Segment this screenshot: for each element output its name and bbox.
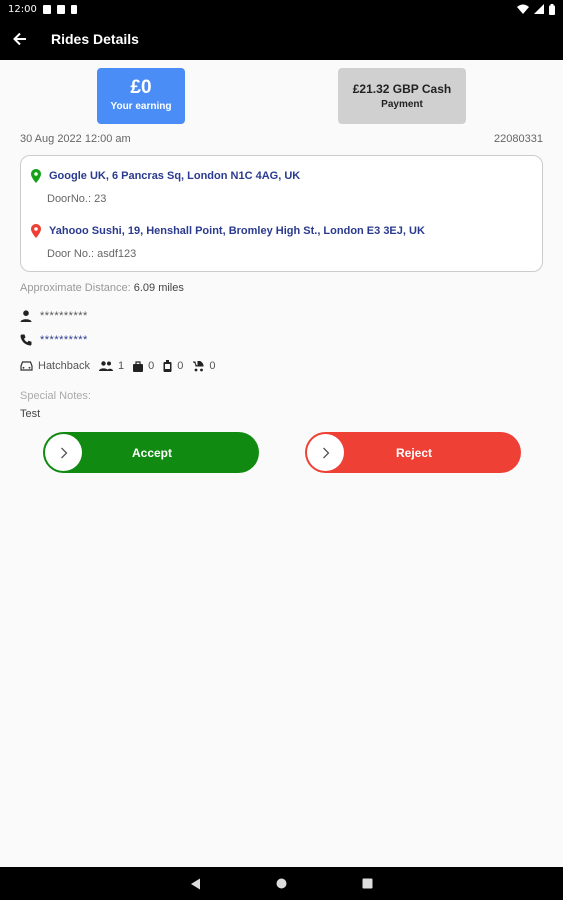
pickup-door: DoorNo.: 23 [47, 193, 107, 205]
distance-label: Approximate Distance: [20, 282, 131, 294]
vehicle-type: Hatchback [20, 360, 90, 372]
app-bar: Rides Details [0, 18, 563, 60]
battery-saver-icon [70, 4, 77, 14]
passenger-count: 1 [98, 360, 125, 372]
signal-icon [534, 4, 544, 14]
sim-card-icon [56, 4, 65, 14]
reject-swipe-handle[interactable] [307, 434, 344, 471]
accept-swipe-button[interactable]: Accept [43, 432, 259, 473]
chevron-right-icon [60, 447, 67, 458]
pickup-address: Google UK, 6 Pancras Sq, London N1C 4AG,… [49, 170, 301, 182]
dropoff-pin-icon [31, 224, 41, 238]
nav-home-icon[interactable] [276, 878, 287, 889]
dropoff-door: Door No.: asdf123 [47, 248, 137, 260]
distance-value: 6.09 miles [133, 282, 184, 294]
luggage-icon [163, 360, 172, 372]
reject-swipe-button[interactable]: Reject [305, 432, 521, 473]
payment-amount: £21.32 GBP Cash [352, 82, 452, 96]
pickup-pin-icon [31, 169, 41, 183]
address-card: Google UK, 6 Pancras Sq, London N1C 4AG,… [20, 155, 543, 272]
status-bar: 12:00 [0, 0, 563, 18]
passenger-phone[interactable]: ********** [40, 334, 88, 346]
accept-swipe-handle[interactable] [45, 434, 82, 471]
back-button[interactable] [0, 18, 40, 60]
luggage-count: 0 [163, 360, 183, 372]
phone-icon [20, 334, 32, 346]
bag-count: 0 [133, 360, 154, 372]
ride-meta: 30 Aug 2022 12:00 am 22080331 [20, 133, 543, 145]
passenger-phone-row[interactable]: ********** [20, 334, 88, 346]
pickup-row: Google UK, 6 Pancras Sq, London N1C 4AG,… [31, 169, 300, 183]
person-icon [20, 310, 32, 322]
nav-recents-icon[interactable] [362, 878, 373, 889]
arrow-back-icon [13, 32, 26, 46]
ride-datetime: 30 Aug 2022 12:00 am [20, 133, 131, 145]
distance: Approximate Distance: 6.09 miles [20, 282, 184, 294]
status-time: 12:00 [8, 3, 37, 15]
ride-id: 22080331 [494, 133, 543, 145]
chevron-right-icon [322, 447, 329, 458]
wifi-icon [517, 4, 529, 14]
dropoff-address: Yahooo Sushi, 19, Henshall Point, Bromle… [49, 225, 425, 237]
payment-card: £21.32 GBP Cash Payment [338, 68, 466, 124]
nav-back-icon[interactable] [190, 878, 201, 890]
passenger-count-value: 1 [117, 360, 125, 372]
passenger-name: ********** [40, 310, 88, 322]
earning-label: Your earning [110, 101, 172, 112]
page-title: Rides Details [51, 31, 139, 47]
group-icon [98, 361, 113, 371]
stroller-icon [193, 360, 204, 371]
notes-value: Test [20, 408, 41, 420]
child-seat-count: 0 [192, 360, 215, 372]
car-icon [20, 361, 33, 371]
battery-icon [549, 3, 555, 15]
bag-count-value: 0 [148, 360, 155, 372]
system-nav-bar [0, 867, 563, 900]
passenger-name-row: ********** [20, 310, 88, 322]
payment-label: Payment [381, 99, 423, 110]
vehicle-row: Hatchback 1 0 0 0 [20, 360, 224, 372]
notification-icon [42, 4, 51, 14]
earning-card: £0 Your earning [97, 68, 185, 124]
earning-amount: £0 [130, 77, 152, 98]
notes-label: Special Notes: [20, 390, 91, 402]
luggage-count-value: 0 [177, 360, 184, 372]
dropoff-row: Yahooo Sushi, 19, Henshall Point, Bromle… [31, 224, 425, 238]
child-seat-count-value: 0 [209, 360, 216, 372]
bag-icon [133, 360, 144, 372]
vehicle-type-label: Hatchback [38, 360, 90, 372]
